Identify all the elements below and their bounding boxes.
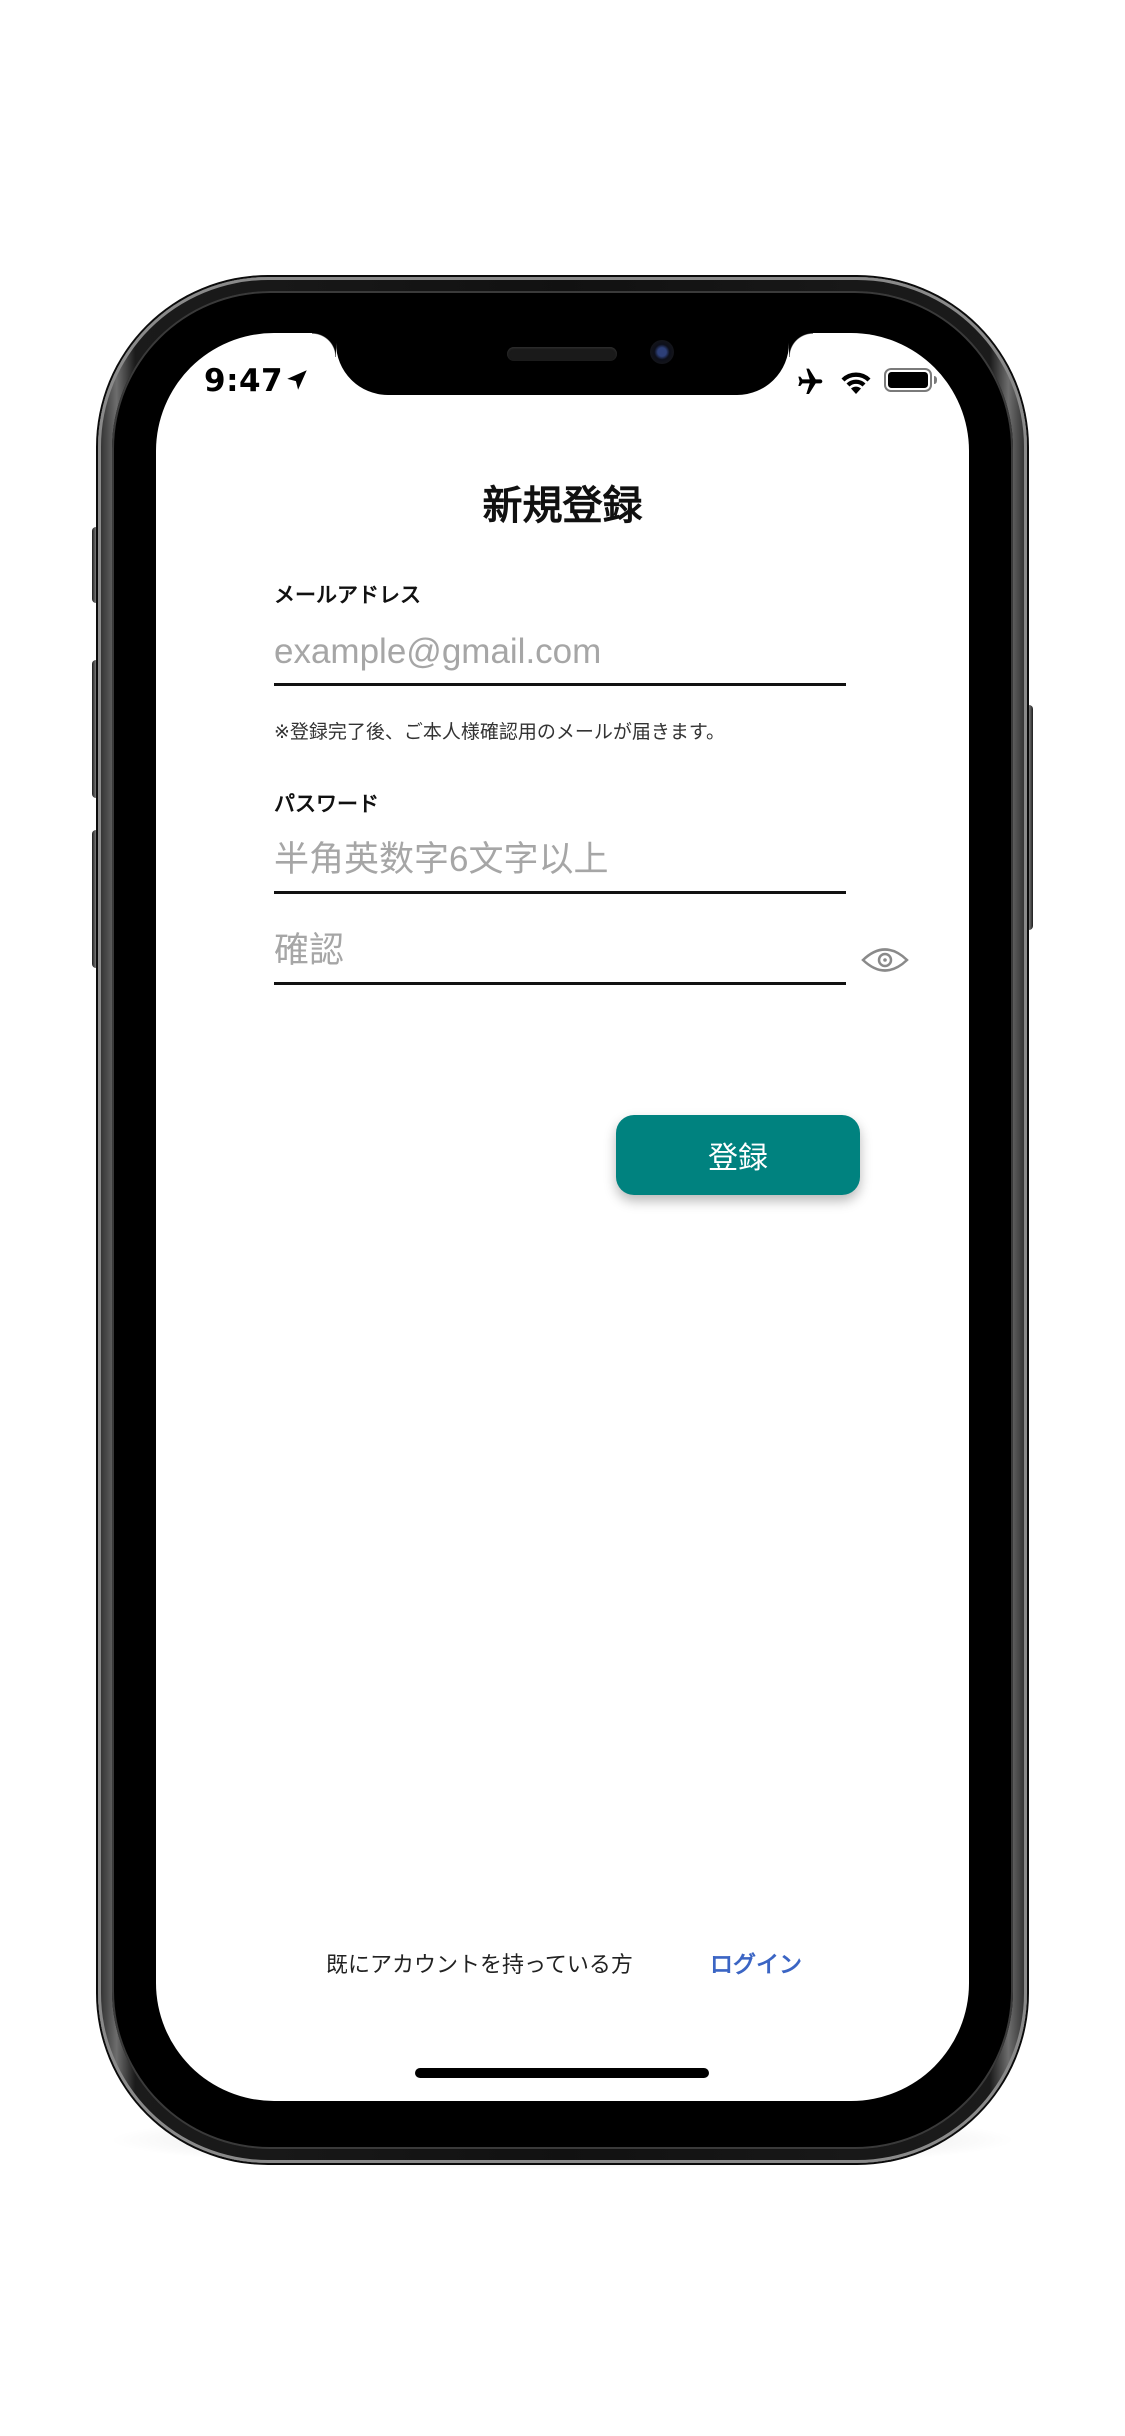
eye-icon <box>861 948 909 972</box>
existing-account-prompt: 既にアカウントを持っている方 <box>326 1953 633 1978</box>
email-helper-text: ※登録完了後、ご本人様確認用のメールが届きます。 <box>274 721 726 743</box>
login-link[interactable]: ログイン <box>710 1945 802 1979</box>
password-label: パスワード <box>274 792 379 816</box>
airplane-icon <box>798 368 823 394</box>
location-arrow-icon <box>287 370 307 390</box>
app-screen: 9:47 新規登録 メールアドレス ※登録完了後、ご本人様確認用のメールが届きま… <box>156 333 969 2101</box>
wifi-icon <box>841 372 871 394</box>
notch <box>312 333 813 395</box>
email-label: メールアドレス <box>274 583 421 607</box>
password-field[interactable] <box>274 829 846 894</box>
speaker-grille <box>507 347 617 361</box>
toggle-password-visibility-button[interactable] <box>860 941 910 979</box>
email-field[interactable] <box>274 621 846 686</box>
page-title: 新規登録 <box>482 483 643 529</box>
front-camera <box>650 340 674 364</box>
device-stage: 9:47 新規登録 メールアドレス ※登録完了後、ご本人様確認用のメールが届きま… <box>0 0 1125 2436</box>
battery-icon <box>884 368 937 392</box>
home-indicator[interactable] <box>415 2068 709 2078</box>
password-confirm-field[interactable] <box>274 920 846 985</box>
status-time: 9:47 <box>204 363 284 399</box>
register-button[interactable]: 登録 <box>616 1115 860 1195</box>
